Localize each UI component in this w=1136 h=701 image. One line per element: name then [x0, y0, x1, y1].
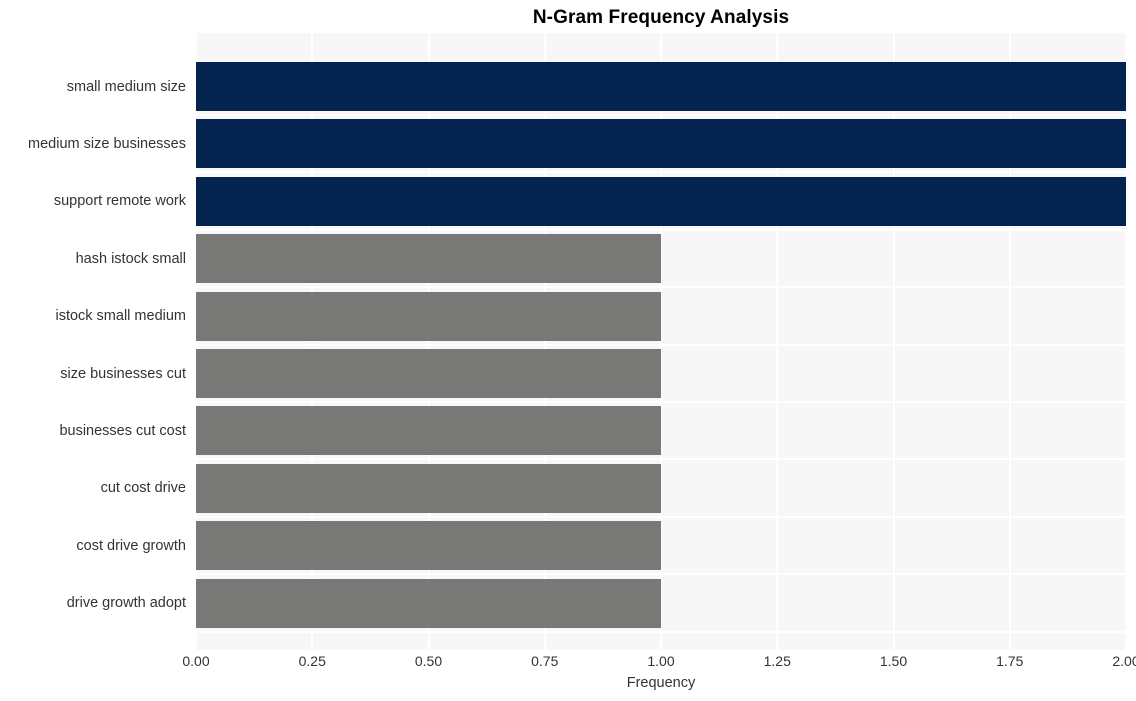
bar — [196, 234, 661, 284]
gridline-horizontal — [196, 171, 1126, 174]
y-axis-tick-label: small medium size — [66, 78, 186, 95]
ngram-frequency-chart: N-Gram Frequency Analysis small medium s… — [0, 0, 1136, 701]
x-axis-tick-label: 1.25 — [763, 653, 791, 669]
gridline-horizontal — [196, 401, 1126, 403]
bar — [196, 291, 661, 341]
gridline-horizontal — [196, 114, 1126, 116]
y-axis-tick-label: size businesses cut — [60, 365, 186, 382]
gridline-horizontal — [196, 286, 1126, 289]
x-axis-label: Frequency — [626, 675, 696, 691]
bar — [196, 176, 1126, 226]
y-axis-tick-label: support remote work — [53, 193, 186, 210]
x-axis-tick-label: 0.25 — [298, 653, 326, 669]
chart-title: N-Gram Frequency Analysis — [532, 7, 790, 28]
y-axis-tick-label: hash istock small — [75, 250, 186, 267]
y-axis-tick-label: medium size businesses — [28, 135, 186, 152]
gridline-horizontal — [196, 573, 1126, 576]
gridline-horizontal — [196, 458, 1126, 461]
gridline-horizontal — [196, 630, 1126, 633]
bar — [196, 62, 1126, 111]
bar — [196, 406, 661, 456]
x-axis-tick-label: 1.50 — [879, 653, 908, 669]
y-axis-tick-label: drive growth adopt — [66, 595, 186, 612]
bar — [196, 119, 1126, 169]
x-axis-tick-label: 1.00 — [647, 653, 675, 669]
x-axis-tick-label: 0.50 — [414, 653, 443, 669]
y-axis-tick-label: cut cost drive — [100, 480, 186, 497]
y-axis-tick-label: cost drive growth — [76, 537, 186, 554]
bar — [196, 521, 661, 571]
bar — [196, 578, 661, 628]
bar — [196, 463, 661, 513]
y-axis-tick-label: istock small medium — [55, 308, 186, 325]
x-axis-tick-label: 2.00 — [1112, 653, 1136, 669]
plot-area — [196, 33, 1126, 650]
y-axis-tick-label: businesses cut cost — [59, 422, 186, 439]
bar — [196, 349, 661, 398]
gridline-horizontal — [196, 343, 1126, 346]
gridline-horizontal — [196, 515, 1126, 518]
x-axis-tick-label: 0.75 — [531, 653, 559, 669]
x-axis-tick-label: 0.00 — [182, 653, 210, 669]
x-axis-tick-label: 1.75 — [996, 653, 1024, 669]
gridline-horizontal — [196, 228, 1126, 231]
